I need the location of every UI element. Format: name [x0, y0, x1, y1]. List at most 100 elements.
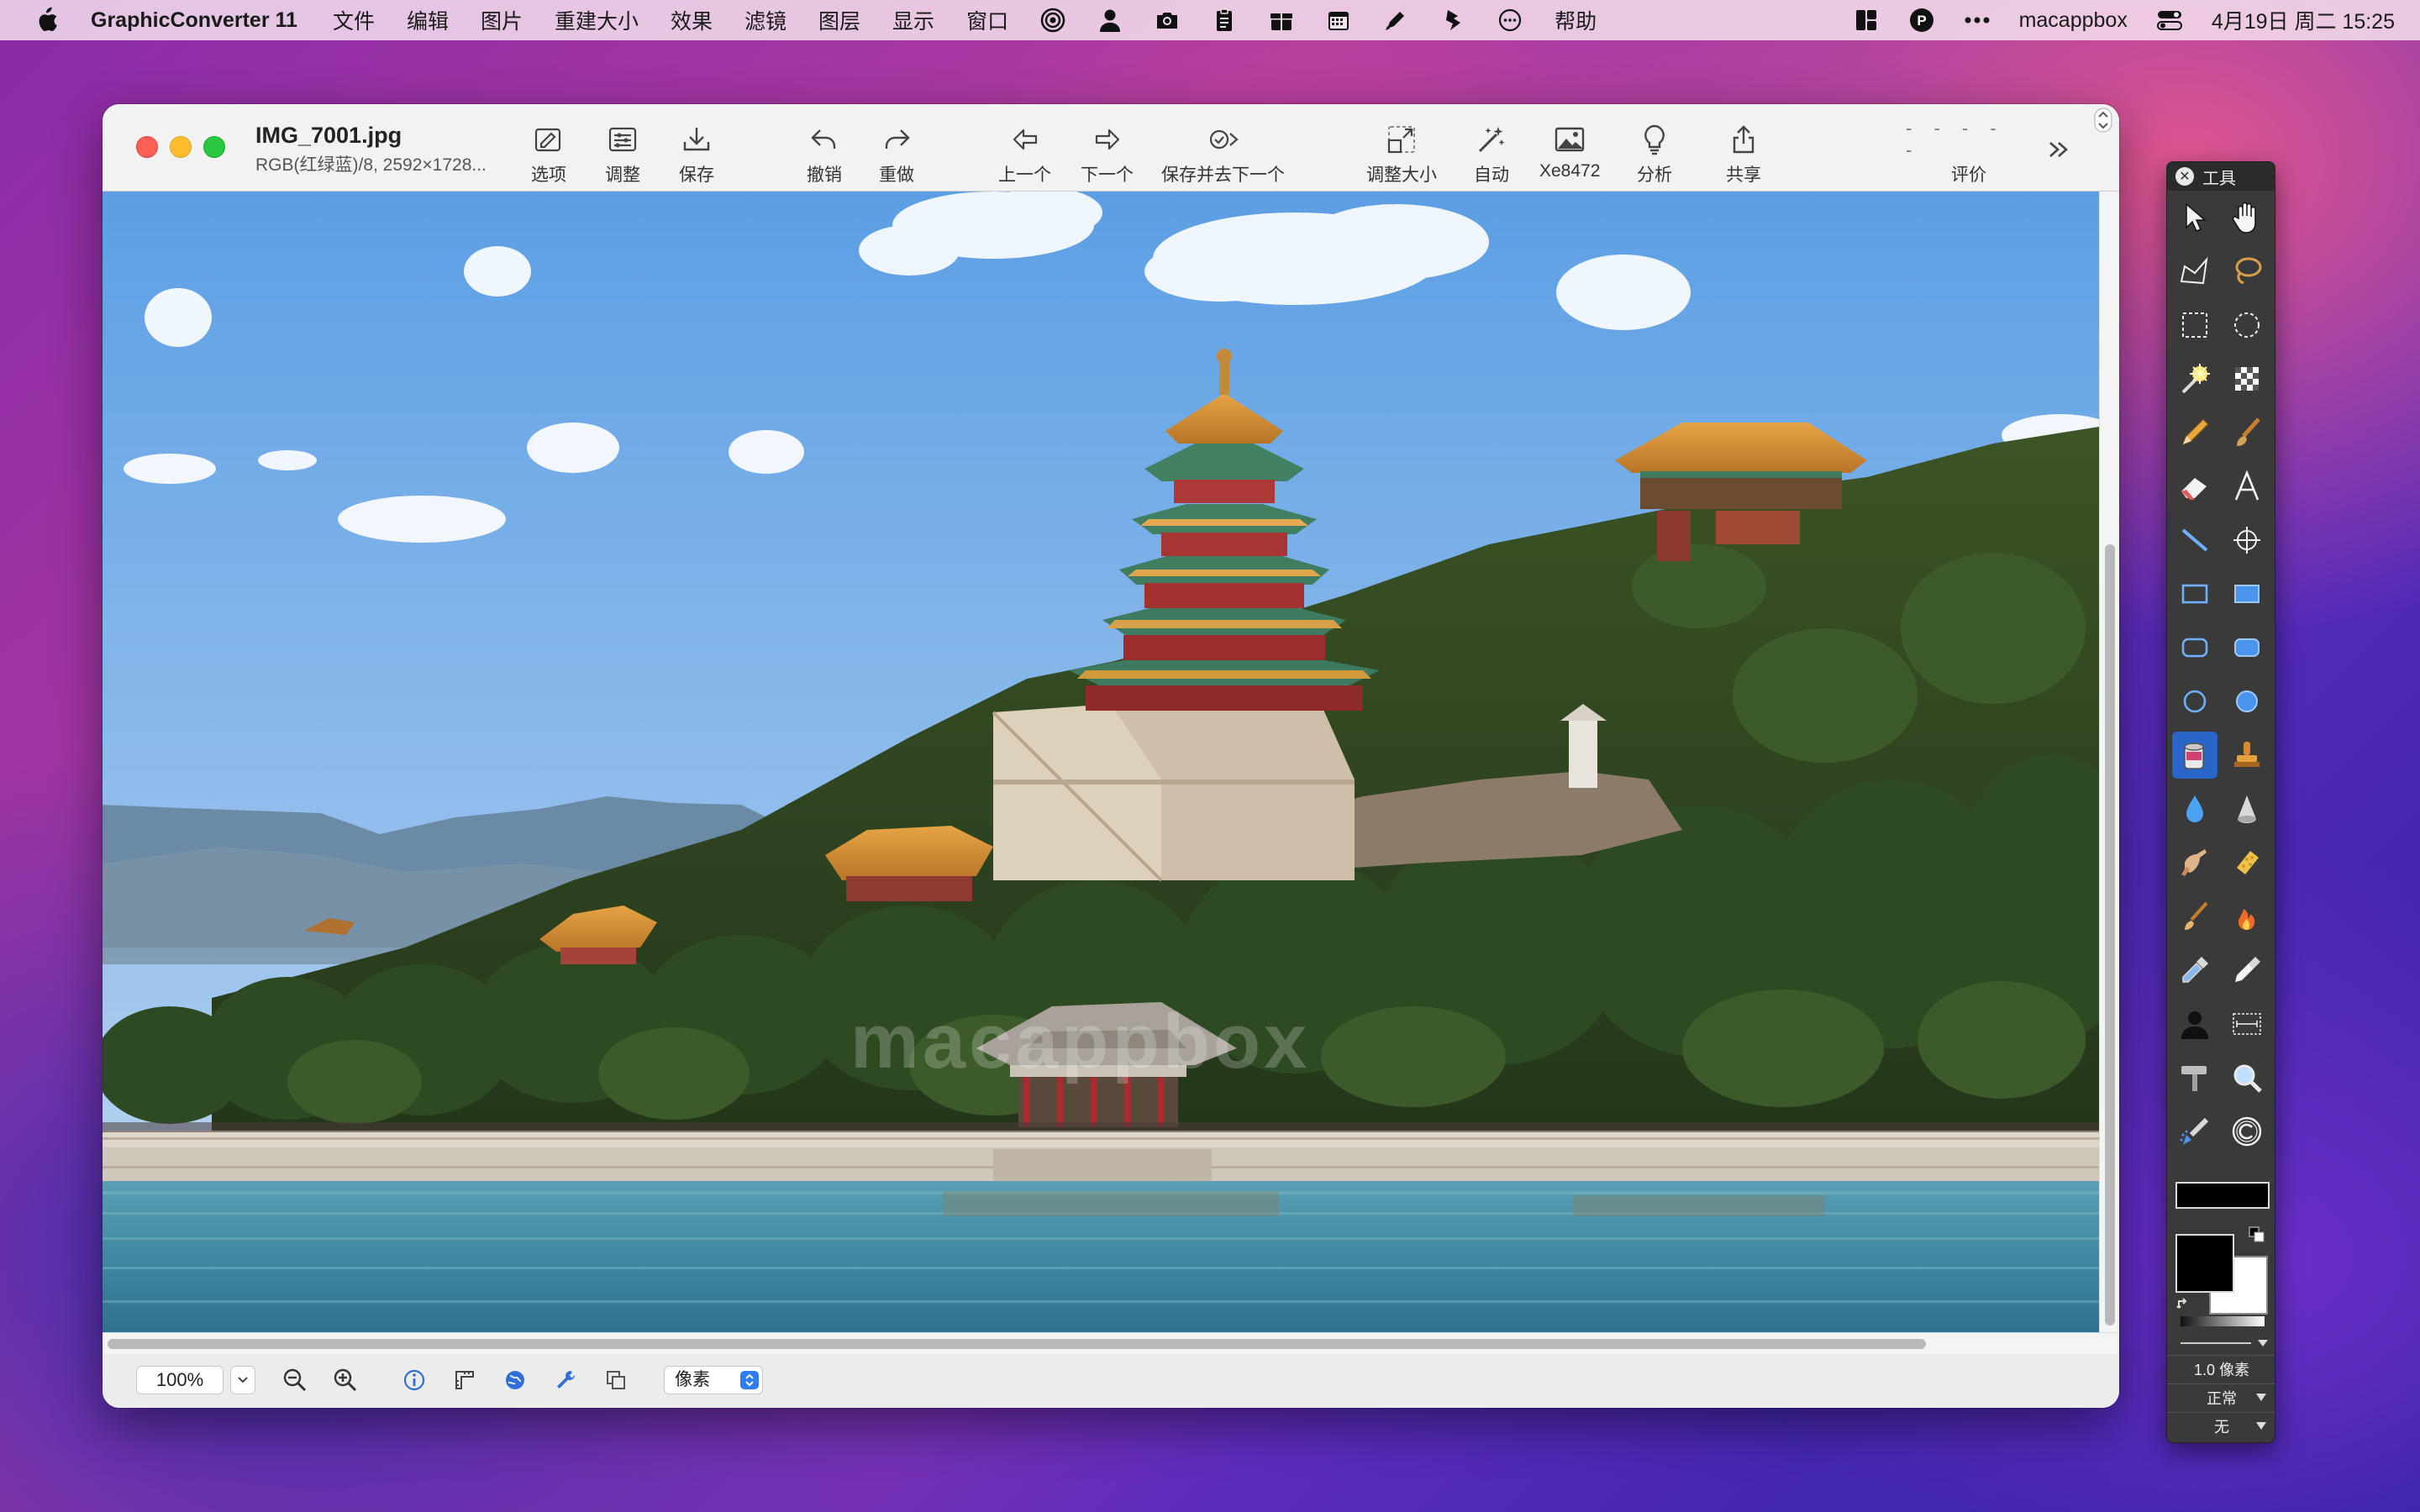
tool-crosshair[interactable]: [2224, 517, 2270, 564]
menu-window[interactable]: 窗口: [966, 5, 1008, 35]
foreground-color-swatch[interactable]: [2175, 1234, 2234, 1293]
save-and-next-button[interactable]: 保存并去下一个: [1161, 123, 1285, 186]
horizontal-scrollbar[interactable]: [103, 1332, 2119, 1354]
previous-button[interactable]: 上一个: [998, 123, 1051, 186]
image-canvas[interactable]: macappbox: [103, 192, 2099, 1332]
ruler-button[interactable]: [450, 1366, 479, 1394]
tool-brush[interactable]: [2224, 409, 2270, 456]
tool-hand[interactable]: [2224, 194, 2270, 241]
shortcut-icon[interactable]: [1440, 8, 1465, 33]
resize-button[interactable]: 调整大小: [1366, 123, 1437, 186]
next-button[interactable]: 下一个: [1081, 123, 1134, 186]
tool-rect-select[interactable]: [2172, 302, 2217, 349]
target-icon[interactable]: [1040, 8, 1065, 33]
analyze-button[interactable]: 分析: [1637, 123, 1672, 186]
tool-measure[interactable]: [2224, 1000, 2270, 1047]
horizontal-scroll-thumb[interactable]: [108, 1339, 1926, 1349]
zoom-in-button[interactable]: [331, 1366, 360, 1394]
tool-sponge[interactable]: [2224, 839, 2270, 886]
menu-view[interactable]: 显示: [892, 5, 934, 35]
gift-icon[interactable]: [1269, 8, 1294, 33]
tool-smudge[interactable]: [2172, 839, 2217, 886]
duplicate-button[interactable]: [602, 1366, 630, 1394]
tool-color-picker[interactable]: [2224, 947, 2270, 994]
tool-text[interactable]: [2224, 463, 2270, 510]
tool-magic-wand[interactable]: [2172, 355, 2217, 402]
toolbar-overflow-button[interactable]: [2042, 133, 2075, 166]
tool-spray[interactable]: [2172, 1108, 2217, 1155]
tool-ellipse[interactable]: [2172, 678, 2217, 725]
undo-button[interactable]: 撤销: [807, 123, 842, 186]
tool-silhouette[interactable]: [2172, 1000, 2217, 1047]
tool-stamp[interactable]: [2224, 732, 2270, 779]
tool-paint-bucket[interactable]: [2172, 732, 2217, 779]
menu-app-name[interactable]: GraphicConverter 11: [91, 8, 297, 33]
close-button[interactable]: [136, 136, 158, 158]
menu-picture[interactable]: 图片: [481, 5, 523, 35]
tool-copyright[interactable]: [2224, 1108, 2270, 1155]
zoom-out-button[interactable]: [281, 1366, 309, 1394]
tool-pattern[interactable]: [2224, 355, 2270, 402]
xe-button[interactable]: Xe8472: [1539, 123, 1600, 181]
gradient-bar[interactable]: [2181, 1316, 2265, 1326]
tool-eraser[interactable]: [2172, 463, 2217, 510]
tool-eyedropper[interactable]: [2172, 947, 2217, 994]
tool-rectangle[interactable]: [2172, 570, 2217, 617]
vertical-scroll-thumb[interactable]: [2105, 544, 2115, 1326]
options-button[interactable]: 选项: [531, 123, 566, 186]
menu-effect[interactable]: 效果: [671, 5, 713, 35]
option-select[interactable]: 无: [2167, 1412, 2275, 1439]
palette-close-icon[interactable]: ✕: [2175, 167, 2194, 186]
p-badge-icon[interactable]: P: [1908, 7, 1935, 34]
tool-ellipse-filled[interactable]: [2224, 678, 2270, 725]
menu-resize[interactable]: 重建大小: [555, 5, 639, 35]
line-style-row[interactable]: [2174, 1335, 2270, 1352]
calendar-icon[interactable]: [1326, 8, 1351, 33]
minimize-button[interactable]: [170, 136, 192, 158]
tool-blur[interactable]: [2172, 785, 2217, 832]
tool-polygon-lasso[interactable]: [2172, 248, 2217, 295]
menu-layer[interactable]: 图层: [818, 5, 860, 35]
tool-dodge[interactable]: [2172, 893, 2217, 940]
tool-rounded-rect-filled[interactable]: [2224, 624, 2270, 671]
apple-menu-icon[interactable]: [34, 7, 60, 34]
zoom-dropdown-button[interactable]: [230, 1366, 255, 1394]
menu-file[interactable]: 文件: [333, 5, 375, 35]
menu-clock[interactable]: 4月19日 周二 15:25: [2212, 5, 2395, 35]
camera-icon[interactable]: [1155, 8, 1180, 33]
window-layout-icon[interactable]: [1853, 7, 1880, 34]
save-button[interactable]: 保存: [679, 123, 714, 186]
tool-lasso[interactable]: [2224, 248, 2270, 295]
tool-ellipse-select[interactable]: [2224, 302, 2270, 349]
more-icon[interactable]: [1964, 7, 1991, 34]
blend-mode-select[interactable]: 正常: [2167, 1383, 2275, 1410]
tool-pointer[interactable]: [2172, 194, 2217, 241]
toolbar-collapse-icon[interactable]: [2094, 108, 2112, 133]
color-profile-button[interactable]: [501, 1366, 529, 1394]
tool-burn[interactable]: [2224, 893, 2270, 940]
rating-control[interactable]: - - - - - 评价: [1906, 118, 2032, 186]
adjust-button[interactable]: 调整: [605, 123, 640, 186]
tool-rectangle-filled[interactable]: [2224, 570, 2270, 617]
menu-filter[interactable]: 滤镜: [744, 5, 786, 35]
unit-select[interactable]: 像素: [664, 1366, 763, 1394]
person-icon[interactable]: [1097, 8, 1123, 33]
line-width-field[interactable]: 1.0 像素: [2167, 1355, 2275, 1382]
tool-hammer[interactable]: [2172, 1054, 2217, 1101]
menu-user[interactable]: macappbox: [2019, 8, 2128, 33]
swap-colors-icon[interactable]: [2175, 1296, 2192, 1313]
pen-icon[interactable]: [1383, 8, 1408, 33]
redo-button[interactable]: 重做: [879, 123, 914, 186]
info-button[interactable]: [400, 1366, 429, 1394]
clipboard-icon[interactable]: [1212, 8, 1237, 33]
zoom-button[interactable]: [203, 136, 225, 158]
tool-pencil[interactable]: [2172, 409, 2217, 456]
tools-button[interactable]: [551, 1366, 580, 1394]
tool-zoom[interactable]: [2224, 1054, 2270, 1101]
pattern-swatch[interactable]: [2175, 1182, 2270, 1209]
default-colors-icon[interactable]: [2248, 1226, 2266, 1244]
auto-button[interactable]: 自动: [1474, 123, 1509, 186]
control-center-icon[interactable]: [2156, 7, 2183, 34]
chat-icon[interactable]: [1497, 8, 1523, 33]
tool-line[interactable]: [2172, 517, 2217, 564]
